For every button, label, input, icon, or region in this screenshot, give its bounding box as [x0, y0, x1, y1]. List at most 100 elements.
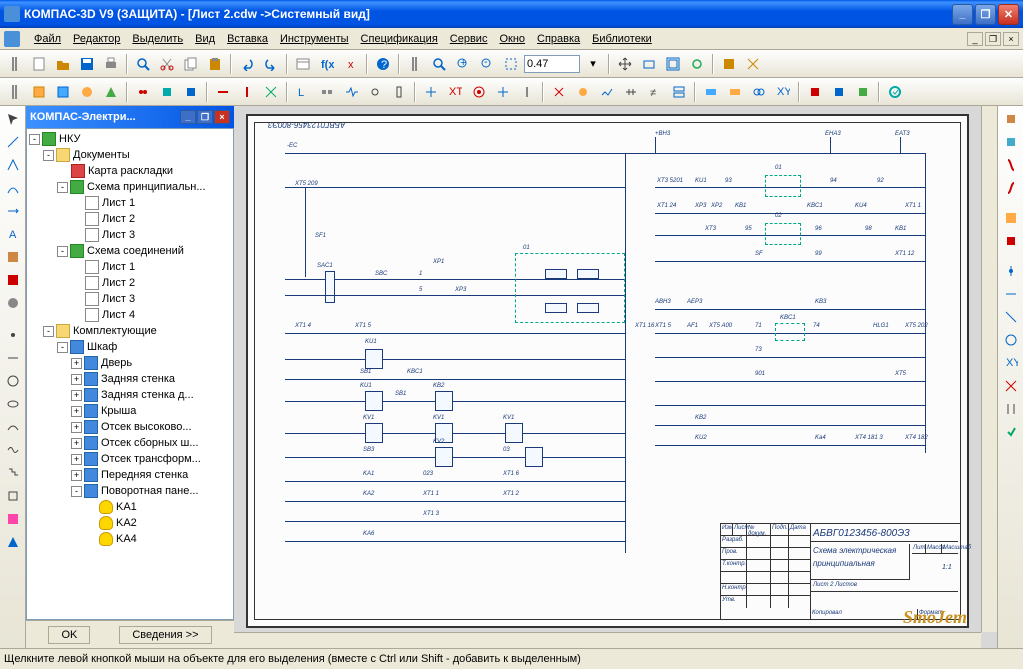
zoom-fit-button[interactable] [428, 53, 450, 75]
drawing-sheet[interactable]: АБВГ0123456-800Э3 -EC +BH3 EHA3 EAT3 XT5… [246, 114, 969, 628]
maximize-button[interactable]: ❐ [975, 4, 996, 25]
ltool-16[interactable] [2, 462, 24, 484]
render-button[interactable] [718, 53, 740, 75]
tool-e15[interactable] [388, 81, 410, 103]
tool-e12[interactable] [316, 81, 338, 103]
tool-e14[interactable] [364, 81, 386, 103]
tool-e21[interactable] [548, 81, 570, 103]
tool-e26[interactable] [668, 81, 690, 103]
scrollbar-horizontal[interactable] [234, 632, 981, 648]
tree-info-button[interactable]: Сведения >> [119, 626, 211, 644]
tree-shkaf[interactable]: -Шкаф [29, 339, 231, 355]
tool-e29[interactable] [748, 81, 770, 103]
mdi-minimize[interactable]: _ [967, 32, 983, 46]
ltool-11[interactable] [2, 347, 24, 369]
tool-e27[interactable] [700, 81, 722, 103]
tool-e7[interactable] [180, 81, 202, 103]
undo-button[interactable] [236, 53, 258, 75]
tool-e9[interactable] [236, 81, 258, 103]
tree-zadn-stenka[interactable]: +Задняя стенка [29, 371, 231, 387]
zoom-out-button[interactable]: - [476, 53, 498, 75]
tool-e25[interactable]: ≠ [644, 81, 666, 103]
tool-e28[interactable] [724, 81, 746, 103]
save-button[interactable] [76, 53, 98, 75]
tree-list1b[interactable]: Лист 1 [29, 259, 231, 275]
tree-root[interactable]: -НКУ [29, 131, 231, 147]
zoom-all-button[interactable] [662, 53, 684, 75]
tree-ka4[interactable]: KA4 [29, 531, 231, 547]
ltool-18[interactable] [2, 508, 24, 530]
ltool-17[interactable] [2, 485, 24, 507]
zoom-dropdown[interactable]: ▾ [582, 53, 604, 75]
new-button[interactable] [28, 53, 50, 75]
tool-e33[interactable] [852, 81, 874, 103]
rtool-4[interactable] [1000, 177, 1022, 199]
zoom-input[interactable] [524, 55, 580, 73]
help-button[interactable]: ? [372, 53, 394, 75]
cut-button[interactable] [156, 53, 178, 75]
ltool-2[interactable] [2, 131, 24, 153]
tree-list4[interactable]: Лист 4 [29, 307, 231, 323]
minimize-button[interactable]: _ [952, 4, 973, 25]
tree-povorot[interactable]: -Поворотная пане... [29, 483, 231, 499]
tree-dver[interactable]: +Дверь [29, 355, 231, 371]
rtool-2[interactable] [1000, 131, 1022, 153]
rtool-8[interactable] [1000, 283, 1022, 305]
rtool-6[interactable] [1000, 230, 1022, 252]
menu-service[interactable]: Сервис [444, 31, 494, 47]
tool-e34[interactable] [884, 81, 906, 103]
grip-icon[interactable] [4, 53, 26, 75]
scrollbar-vertical[interactable] [981, 106, 997, 632]
ltool-14[interactable] [2, 416, 24, 438]
rtool-1[interactable] [1000, 108, 1022, 130]
tool-e22[interactable] [572, 81, 594, 103]
ltool-9[interactable] [2, 292, 24, 314]
rtool-7[interactable] [1000, 260, 1022, 282]
tool-e16[interactable] [420, 81, 442, 103]
redo-button[interactable] [260, 53, 282, 75]
grip-icon[interactable] [404, 53, 426, 75]
tree-krysha[interactable]: +Крыша [29, 403, 231, 419]
canvas-area[interactable]: АБВГ0123456-800Э3 -EC +BH3 EHA3 EAT3 XT5… [234, 106, 997, 648]
tool-e8[interactable] [212, 81, 234, 103]
tree-komplekt[interactable]: -Комплектующие [29, 323, 231, 339]
tool-e6[interactable] [156, 81, 178, 103]
tree-list3a[interactable]: Лист 3 [29, 227, 231, 243]
tree-karta[interactable]: Карта раскладки [29, 163, 231, 179]
tree-pered-stenka[interactable]: +Передняя стенка [29, 467, 231, 483]
tool-e17[interactable]: XT [444, 81, 466, 103]
shade-button[interactable] [742, 53, 764, 75]
tree-list3b[interactable]: Лист 3 [29, 291, 231, 307]
tree-minimize[interactable]: _ [180, 110, 196, 124]
menu-spec[interactable]: Спецификация [355, 31, 444, 47]
tree-zadn-stenka-d[interactable]: +Задняя стенка д... [29, 387, 231, 403]
menu-editor[interactable]: Редактор [67, 31, 126, 47]
paste-button[interactable] [204, 53, 226, 75]
tool-e23[interactable] [596, 81, 618, 103]
tool-e31[interactable] [804, 81, 826, 103]
tool-e3[interactable] [76, 81, 98, 103]
zoom-window-button[interactable] [500, 53, 522, 75]
copy-button[interactable] [180, 53, 202, 75]
tree-otsek-sborn[interactable]: +Отсек сборных ш... [29, 435, 231, 451]
tree-close[interactable]: × [214, 110, 230, 124]
tree-otsek-vysok[interactable]: +Отсек высоково... [29, 419, 231, 435]
ltool-12[interactable] [2, 370, 24, 392]
ltool-5[interactable] [2, 200, 24, 222]
tree-schema-soed[interactable]: -Схема соединений [29, 243, 231, 259]
tool-e2[interactable] [52, 81, 74, 103]
tool-e20[interactable] [516, 81, 538, 103]
menu-help[interactable]: Справка [531, 31, 586, 47]
open-button[interactable] [52, 53, 74, 75]
menu-tools[interactable]: Инструменты [274, 31, 355, 47]
menu-window[interactable]: Окно [493, 31, 531, 47]
ltool-3[interactable] [2, 154, 24, 176]
print-button[interactable] [100, 53, 122, 75]
rtool-9[interactable] [1000, 306, 1022, 328]
tool-e11[interactable]: L [292, 81, 314, 103]
rtool-5[interactable] [1000, 207, 1022, 229]
tool-e24[interactable] [620, 81, 642, 103]
tool-e19[interactable] [492, 81, 514, 103]
ltool-15[interactable] [2, 439, 24, 461]
tool-e32[interactable] [828, 81, 850, 103]
